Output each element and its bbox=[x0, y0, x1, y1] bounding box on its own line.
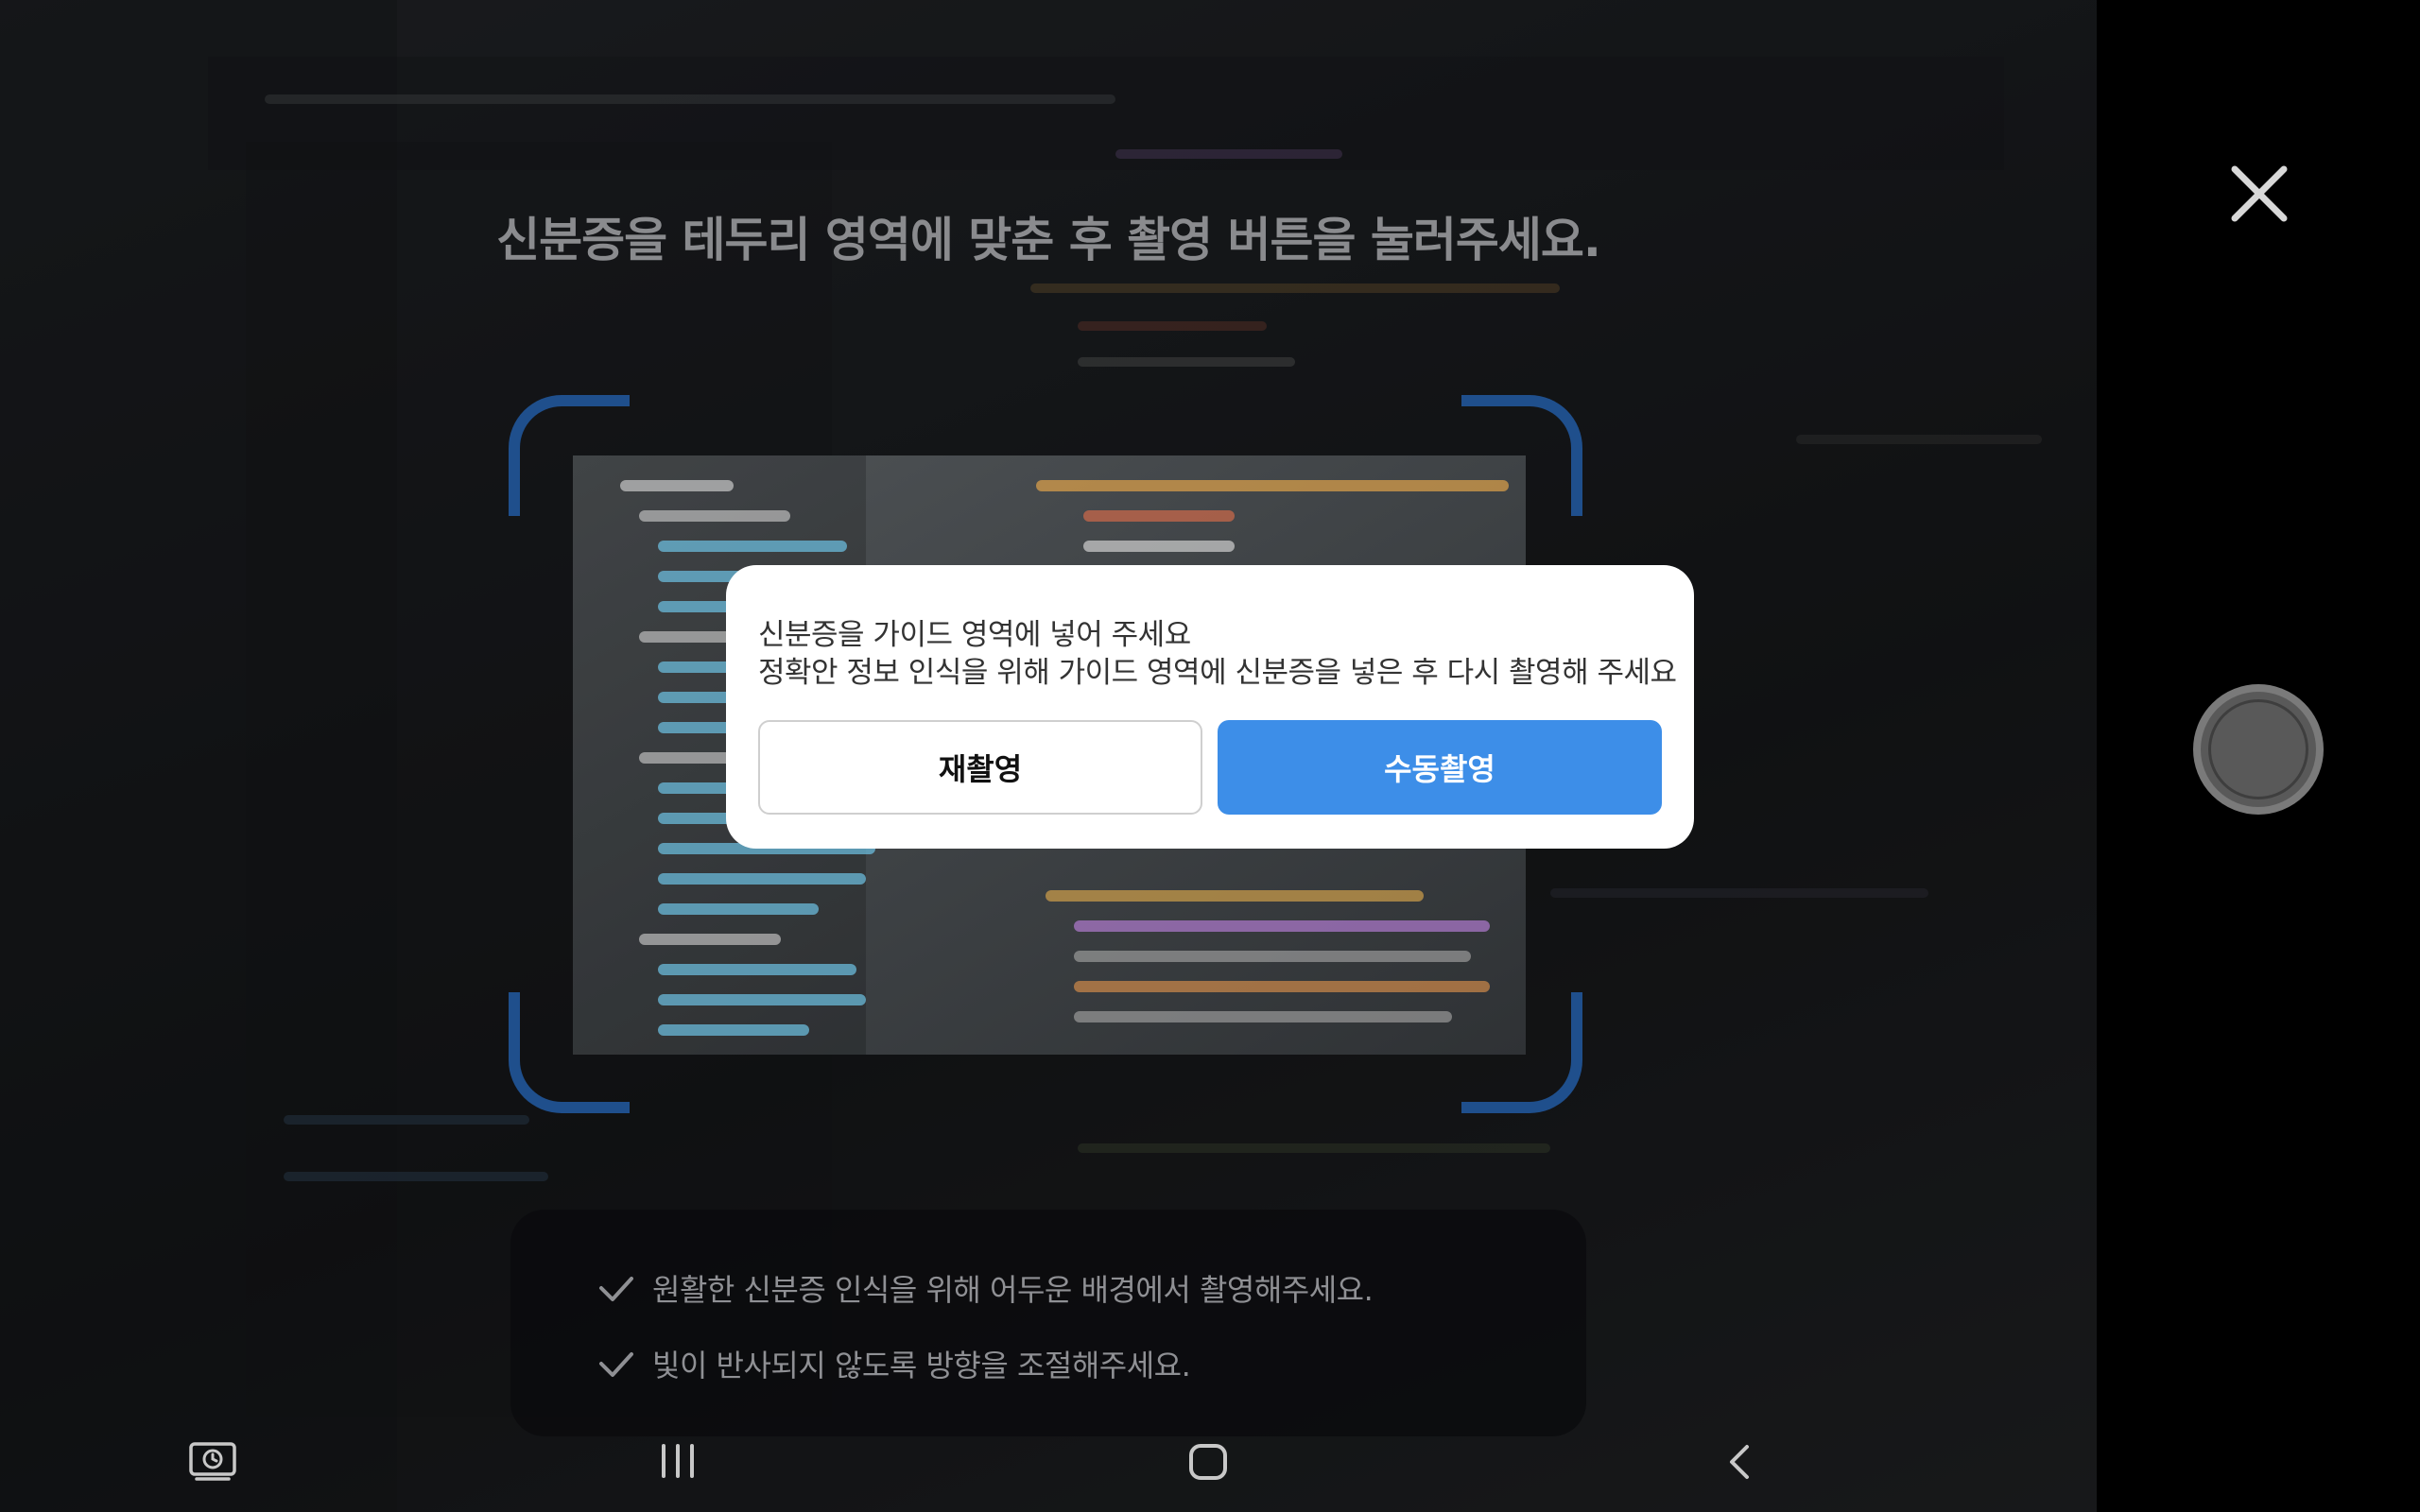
guide-corner-top-left bbox=[509, 395, 630, 516]
home-icon[interactable] bbox=[1187, 1442, 1229, 1482]
manual-capture-button[interactable]: 수동촬영 bbox=[1218, 720, 1662, 815]
back-icon[interactable] bbox=[1720, 1442, 1758, 1482]
close-icon[interactable] bbox=[2221, 156, 2297, 232]
tip-item: 원활한 신분증 인식을 위해 어두운 배경에서 촬영해주세요. bbox=[599, 1264, 1374, 1312]
screen-capture-icon[interactable] bbox=[187, 1440, 238, 1482]
check-icon bbox=[599, 1277, 633, 1301]
check-icon bbox=[599, 1352, 633, 1377]
guide-corner-top-right bbox=[1461, 395, 1582, 516]
tip-item: 빛이 반사되지 않도록 방향을 조절해주세요. bbox=[599, 1340, 1191, 1387]
retake-button[interactable]: 재촬영 bbox=[758, 720, 1202, 815]
tips-panel: 원활한 신분증 인식을 위해 어두운 배경에서 촬영해주세요. 빛이 반사되지 … bbox=[510, 1210, 1586, 1436]
instruction-text: 신분증을 테두리 영역에 맞춘 후 촬영 버튼을 눌러주세요. bbox=[496, 213, 1601, 267]
shutter-inner-ring bbox=[2208, 699, 2308, 799]
tip-text: 빛이 반사되지 않도록 방향을 조절해주세요. bbox=[652, 1348, 1191, 1383]
dialog-description: 정확안 정보 인식을 위해 가이드 영역에 신분증을 넣은 후 다시 촬영해 주… bbox=[758, 656, 1677, 690]
dialog-title: 신분증을 가이드 영역에 넣어 주세요 bbox=[758, 618, 1191, 652]
retake-dialog: 신분증을 가이드 영역에 넣어 주세요 정확안 정보 인식을 위해 가이드 영역… bbox=[726, 565, 1694, 849]
recent-apps-icon[interactable] bbox=[656, 1442, 700, 1480]
tip-text: 원활한 신분증 인식을 위해 어두운 배경에서 촬영해주세요. bbox=[652, 1272, 1374, 1308]
guide-corner-bottom-right bbox=[1461, 992, 1582, 1113]
shutter-button[interactable] bbox=[2193, 684, 2324, 815]
guide-corner-bottom-left bbox=[509, 992, 630, 1113]
